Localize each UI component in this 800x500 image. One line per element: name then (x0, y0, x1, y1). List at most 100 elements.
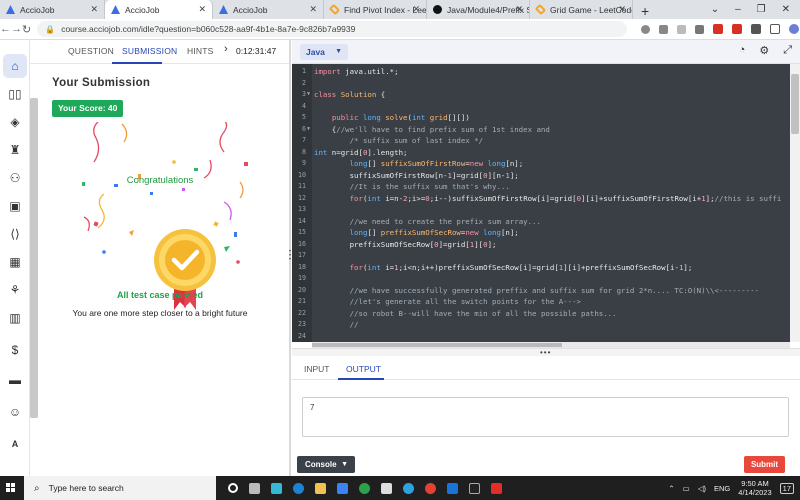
telegram-icon[interactable] (403, 482, 414, 494)
tab-hints[interactable]: HINTS (187, 46, 214, 56)
code-line[interactable]: 9 long[] suffixSumOfFirstRow=new long[n]… (292, 158, 790, 170)
timer-reset-icon[interactable]: ◔ (739, 44, 746, 57)
store-icon[interactable] (337, 482, 348, 494)
edge-icon[interactable] (293, 482, 304, 494)
browser-tab[interactable]: Grid Game - LeetCode ✕ (530, 0, 633, 19)
panel-scrollbar[interactable] (30, 98, 38, 418)
code-line[interactable]: 6 ▼ {//we'll have to find prefix sum of 1… (292, 124, 790, 136)
language-indicator[interactable]: ENG (714, 484, 730, 493)
new-tab-icon[interactable]: + (641, 3, 649, 19)
code-line[interactable]: 7 /* suffix sum of last index */ (292, 135, 790, 147)
code-icon[interactable]: ⟨⟩ (0, 222, 30, 246)
code-line[interactable]: 20 //we have successfully generated pref… (292, 285, 790, 297)
output-box[interactable]: 7 (302, 397, 789, 437)
code-line[interactable]: 10 suffixSumOfFirstRow[n-1]=grid[0][n-1]… (292, 170, 790, 182)
code-line[interactable]: 4 (292, 101, 790, 113)
editor-vertical-scrollbar[interactable] (790, 64, 800, 342)
tab-input[interactable]: INPUT (304, 364, 330, 374)
browser-tab[interactable]: AccioJob ✕ (0, 0, 105, 19)
tab-submission[interactable]: SUBMISSION (122, 46, 177, 56)
sidebar-icon[interactable] (770, 24, 781, 34)
code-line[interactable]: 14 //we need to create the prefix sum ar… (292, 216, 790, 228)
extensions-puzzle-icon[interactable] (751, 24, 762, 34)
code-line[interactable]: 24 (292, 331, 790, 343)
search-zoom-icon[interactable] (659, 24, 669, 34)
code-line[interactable]: 19 (292, 273, 790, 285)
extension-shield-icon[interactable] (695, 24, 705, 34)
chevron-up-icon[interactable]: ⌃ (668, 484, 674, 493)
scrollbar-thumb[interactable] (791, 74, 799, 134)
brand-logo-icon[interactable]: A (0, 432, 30, 456)
fold-chevron-icon[interactable]: ▼ (307, 124, 310, 136)
browser-tab[interactable]: AccioJob ✕ (213, 0, 324, 19)
account-icon[interactable]: ☺ (0, 400, 30, 424)
code-line[interactable]: 23 // (292, 319, 790, 331)
close-tab-icon[interactable]: ✕ (412, 4, 420, 15)
app-icon[interactable] (271, 482, 282, 494)
scrollbar-thumb[interactable] (312, 343, 562, 347)
volume-icon[interactable]: ◁) (698, 484, 706, 493)
grammarly-icon[interactable] (732, 24, 743, 34)
forward-arrow-icon[interactable]: → (11, 23, 22, 35)
code-line[interactable]: 15 long[] preffixSumOfSecRow=new long[n]… (292, 227, 790, 239)
system-clock[interactable]: 9:50 AM 4/14/2023 (738, 479, 771, 497)
close-tab-icon[interactable]: ✕ (618, 4, 626, 15)
code-line[interactable]: 5 public long solve(int grid[][]) (292, 112, 790, 124)
bookmark-star-icon[interactable] (677, 24, 687, 34)
task-view-icon[interactable] (228, 483, 238, 493)
chrome-icon[interactable] (425, 482, 436, 494)
tab-output[interactable]: OUTPUT (346, 364, 381, 374)
restore-icon[interactable]: ❐ (757, 4, 766, 15)
close-window-icon[interactable]: ✕ (782, 4, 790, 15)
vscode-icon[interactable] (447, 482, 458, 494)
code-line[interactable]: 13 (292, 204, 790, 216)
code-line[interactable]: 21 //let's generate all the switch point… (292, 296, 790, 308)
taskbar-search-input[interactable]: ⌕ Type here to search (24, 476, 216, 500)
expand-icon[interactable]: ⤢ (783, 44, 792, 57)
code-line[interactable]: 1 import java.util.*; (292, 66, 790, 78)
browser-tab-active[interactable]: AccioJob ✕ (105, 0, 213, 19)
trophy-icon[interactable]: ♜ (0, 138, 30, 162)
tabs-scroll-right-icon[interactable]: › (224, 43, 228, 55)
browser-tab[interactable]: Java/Module4/Prefix Su ✕ (427, 0, 530, 19)
home-icon[interactable]: ⌂ (3, 54, 27, 78)
settings-icon[interactable]: ⚙ (759, 44, 769, 57)
browser-tab[interactable]: Find Pivot Index - LeetC ✕ (324, 0, 427, 19)
code-line[interactable]: 8 int n=grid[0].length; (292, 147, 790, 159)
widgets-icon[interactable] (249, 482, 260, 494)
console-button[interactable]: Console ▼ (297, 456, 355, 473)
mail-icon[interactable] (381, 482, 392, 494)
fold-chevron-icon[interactable]: ▼ (307, 89, 310, 101)
tab-question[interactable]: QUESTION (68, 46, 114, 56)
reload-icon[interactable]: ↻ (22, 23, 31, 36)
share-icon[interactable] (641, 24, 651, 34)
briefcase-icon[interactable]: ▬ (0, 368, 30, 392)
code-editor[interactable]: 1 import java.util.*; 2 3 ▼ class Solution {4… (292, 64, 790, 342)
network-icon[interactable]: ▭ (683, 484, 690, 493)
minimize-icon[interactable]: – (735, 4, 741, 15)
close-tab-icon[interactable]: ✕ (515, 4, 523, 15)
profile-avatar-icon[interactable] (789, 24, 800, 34)
tab-search-icon[interactable]: ⌄ (711, 4, 719, 15)
document-icon[interactable]: ▣ (0, 194, 30, 218)
layers-icon[interactable]: ◈ (0, 110, 30, 134)
people-icon[interactable]: ⚇ (0, 166, 30, 190)
submit-button[interactable]: Submit (744, 456, 785, 473)
url-field[interactable]: 🔒 course.acciojob.com/idle?question=b060… (37, 21, 628, 37)
building-icon[interactable]: ▥ (0, 306, 30, 330)
code-line[interactable]: 3 ▼ class Solution { (292, 89, 790, 101)
close-tab-icon[interactable]: ✕ (90, 4, 98, 15)
red-extension-icon[interactable] (713, 24, 724, 34)
file-explorer-icon[interactable] (315, 482, 326, 494)
code-line[interactable]: 2 (292, 78, 790, 90)
calendar-icon[interactable]: ▦ (0, 250, 30, 274)
close-tab-icon[interactable]: ✕ (309, 4, 317, 15)
close-tab-icon[interactable]: ✕ (198, 4, 206, 15)
terminal-icon[interactable] (469, 482, 480, 494)
language-select[interactable]: Java ▼ (300, 44, 348, 60)
whatsapp-icon[interactable] (359, 482, 370, 494)
back-arrow-icon[interactable]: ← (0, 23, 11, 35)
windows-start-icon[interactable] (6, 483, 16, 493)
code-line[interactable]: 12 for(int i=n-2;i>=0;i--)suffixSumOfFir… (292, 193, 790, 205)
book-icon[interactable]: ▯▯ (0, 82, 30, 106)
